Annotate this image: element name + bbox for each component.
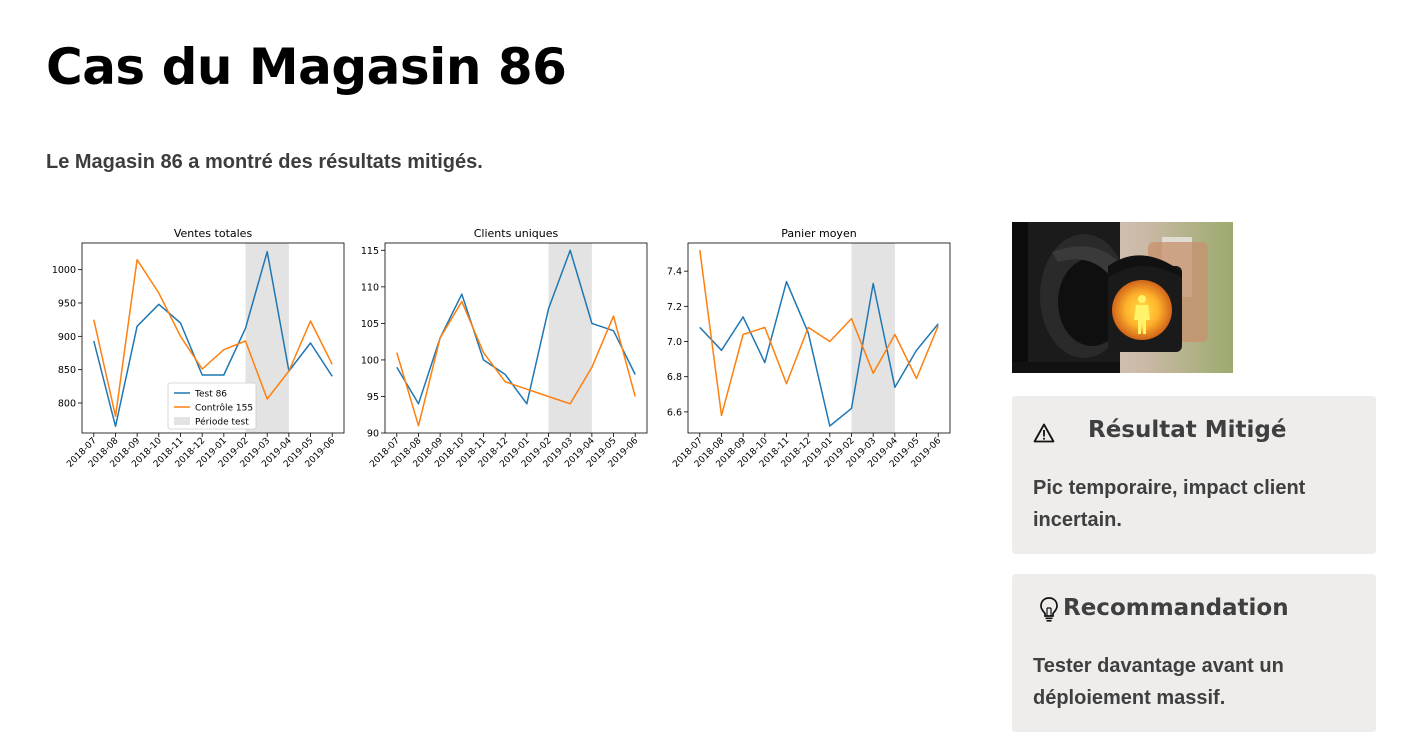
recommendation-card-body: Tester davantage avant un déploiement ma… bbox=[1033, 655, 1284, 709]
charts-figure: Ventes totales80085090095010002018-07201… bbox=[52, 227, 951, 470]
y-tick-label: 100 bbox=[361, 355, 379, 366]
y-tick-label: 800 bbox=[58, 399, 76, 410]
series-line-test bbox=[396, 249, 636, 405]
y-tick-label: 6.6 bbox=[667, 407, 682, 418]
y-tick-label: 90 bbox=[367, 429, 379, 440]
y-tick-label: 1000 bbox=[52, 265, 76, 276]
y-tick-label: 105 bbox=[361, 319, 379, 330]
y-tick-label: 115 bbox=[361, 246, 379, 257]
y-tick-label: 950 bbox=[58, 299, 76, 310]
y-tick-label: 7.0 bbox=[667, 337, 682, 348]
y-tick-label: 110 bbox=[361, 282, 379, 293]
page-subtitle: Le Magasin 86 a montré des résultats mit… bbox=[46, 151, 483, 173]
series-line-control bbox=[699, 249, 939, 417]
y-tick-label: 6.8 bbox=[667, 372, 682, 383]
recommendation-card-title: Recommandation bbox=[1063, 595, 1289, 621]
y-tick-label: 850 bbox=[58, 365, 76, 376]
series-line-control bbox=[396, 300, 636, 427]
result-card-title: Résultat Mitigé bbox=[1088, 417, 1287, 443]
traffic-light-photo bbox=[1012, 222, 1233, 373]
series-line-test bbox=[699, 280, 939, 427]
legend-label: Période test bbox=[195, 417, 249, 428]
test-period-band bbox=[851, 243, 895, 433]
lightbulb-icon bbox=[1040, 597, 1058, 622]
chart-title: Panier moyen bbox=[781, 227, 856, 240]
page-title: Cas du Magasin 86 bbox=[46, 38, 567, 96]
y-tick-label: 7.2 bbox=[667, 302, 682, 313]
legend-label: Contrôle 155 bbox=[195, 403, 253, 414]
y-tick-label: 900 bbox=[58, 332, 76, 343]
legend-label: Test 86 bbox=[194, 390, 227, 400]
result-card-body: Pic temporaire, impact client incertain. bbox=[1033, 477, 1306, 531]
plot-frame bbox=[687, 242, 951, 434]
y-tick-label: 95 bbox=[367, 392, 379, 403]
legend-swatch bbox=[174, 417, 190, 425]
chart-title: Clients uniques bbox=[474, 227, 559, 240]
chart-title: Ventes totales bbox=[174, 227, 253, 240]
y-tick-label: 7.4 bbox=[667, 267, 682, 278]
recommendation-card: Recommandation Tester davantage avant un… bbox=[1012, 574, 1376, 732]
warning-icon bbox=[1033, 423, 1055, 443]
result-card: Résultat Mitigé Pic temporaire, impact c… bbox=[1012, 396, 1376, 554]
